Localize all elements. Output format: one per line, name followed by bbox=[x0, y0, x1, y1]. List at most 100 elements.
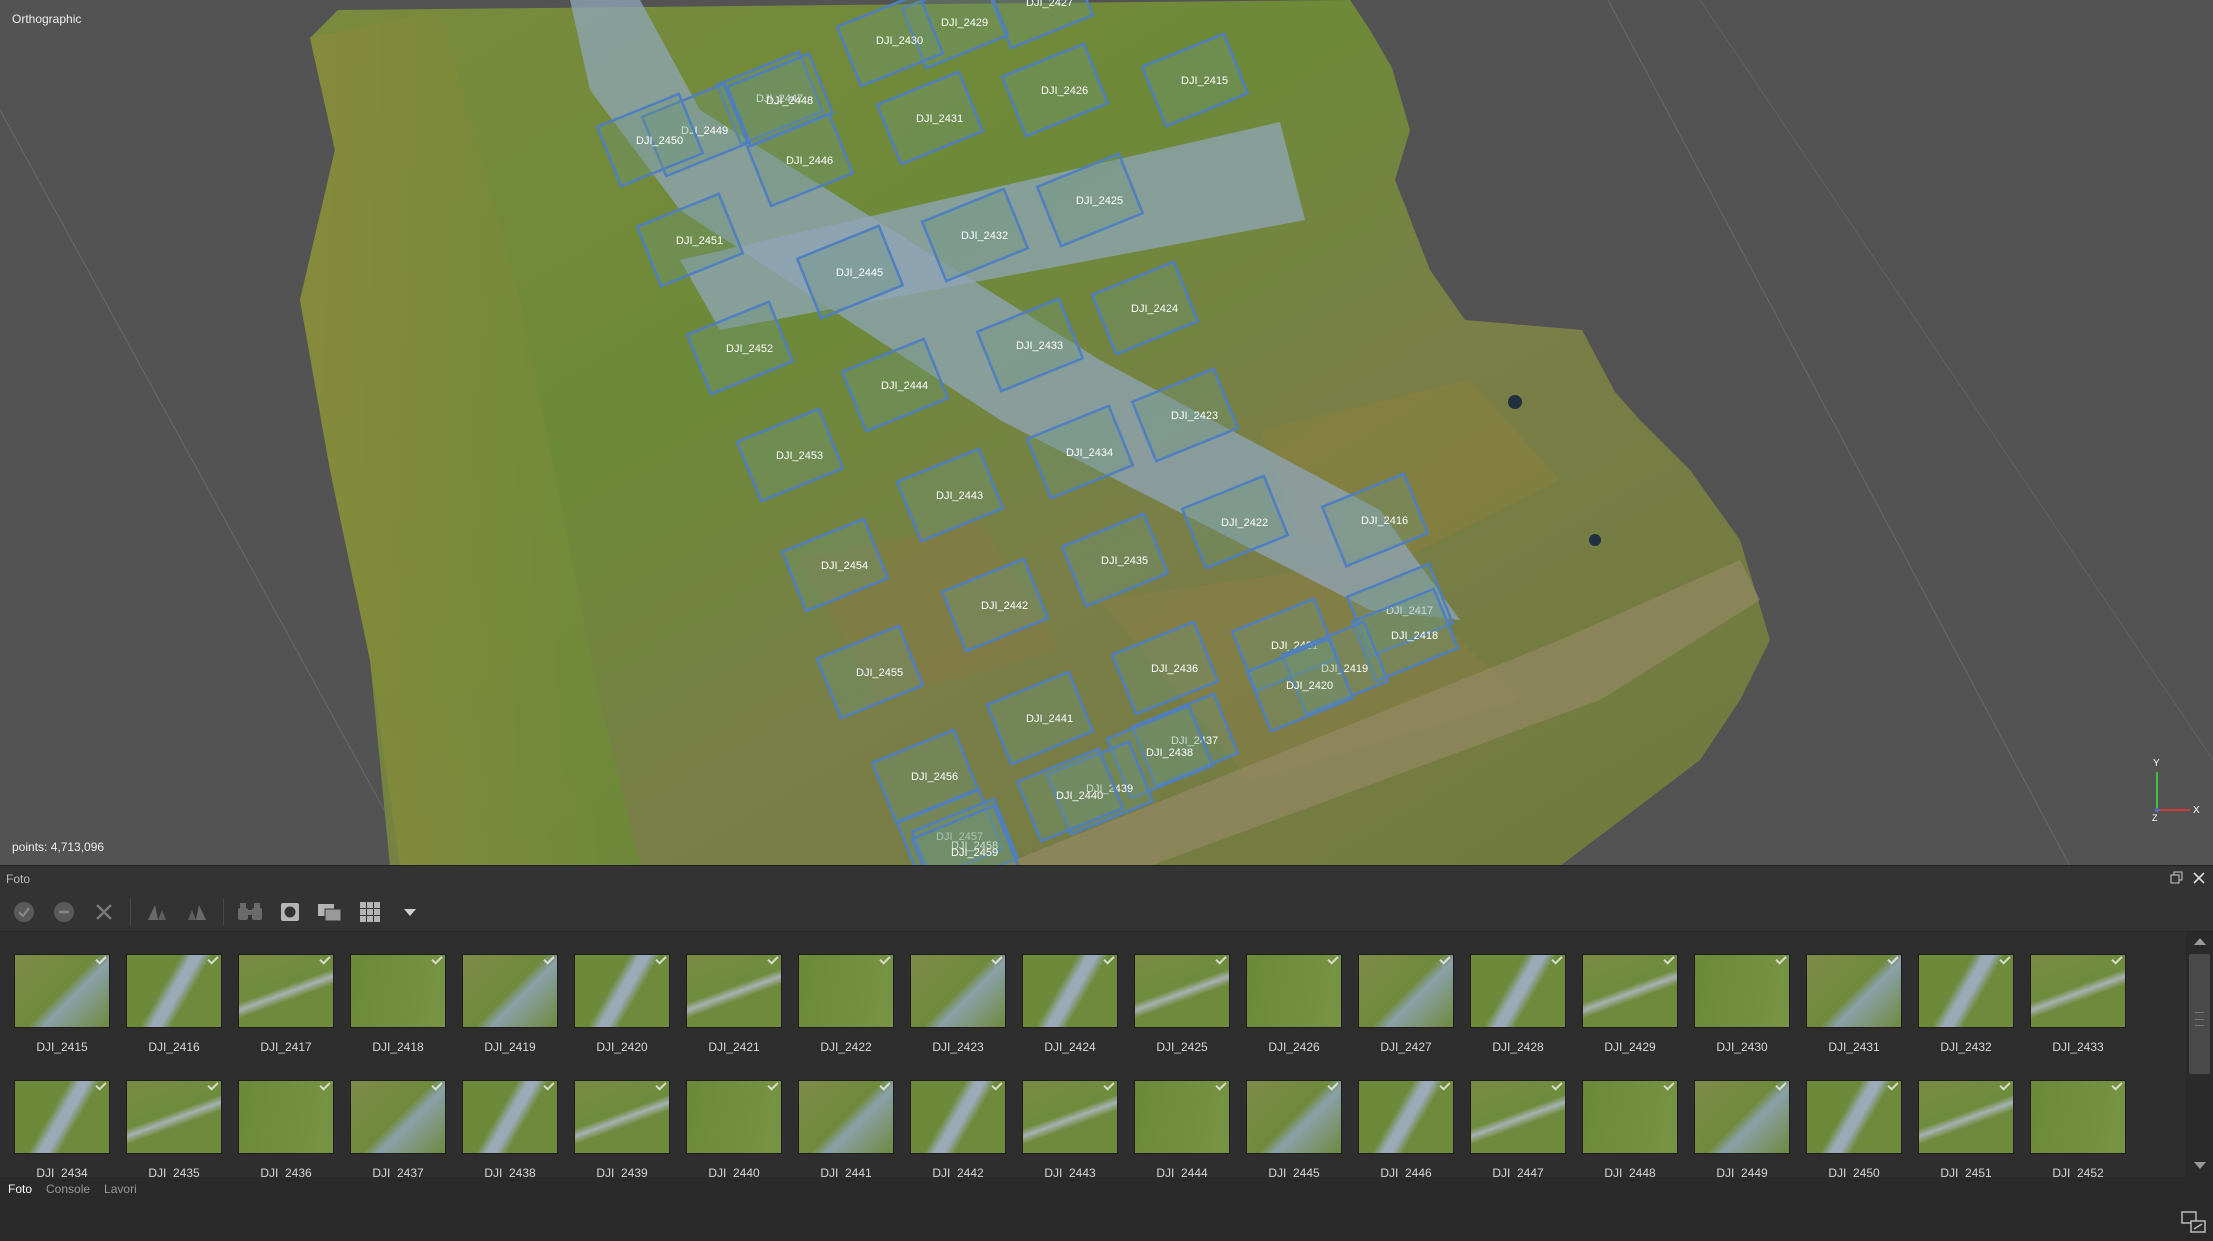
photo-thumbnail[interactable]: DJI_2442 bbox=[910, 1080, 1006, 1177]
photo-thumbnail-image[interactable] bbox=[910, 954, 1006, 1028]
photo-thumbnail[interactable]: DJI_2419 bbox=[462, 954, 558, 1054]
photo-thumbnail[interactable]: DJI_2444 bbox=[1134, 1080, 1230, 1177]
binoculars-icon[interactable] bbox=[234, 896, 266, 928]
overlap-icon[interactable] bbox=[314, 896, 346, 928]
photo-thumbnail[interactable]: DJI_2437 bbox=[350, 1080, 446, 1177]
photo-thumbnail-image[interactable] bbox=[798, 954, 894, 1028]
photo-thumbnail-image[interactable] bbox=[238, 1080, 334, 1154]
scroll-down-arrow-icon[interactable] bbox=[2194, 1162, 2206, 1169]
photo-thumbnail-image[interactable] bbox=[1022, 1080, 1118, 1154]
rotate-right-icon[interactable] bbox=[181, 896, 213, 928]
photo-thumbnail[interactable]: DJI_2440 bbox=[686, 1080, 782, 1177]
photo-thumbnail-image[interactable] bbox=[1470, 1080, 1566, 1154]
photo-thumbnail-image[interactable] bbox=[1582, 1080, 1678, 1154]
photo-thumbnail-image[interactable] bbox=[1694, 954, 1790, 1028]
photo-thumbnail-image[interactable] bbox=[1134, 954, 1230, 1028]
photo-thumbnail[interactable]: DJI_2424 bbox=[1022, 954, 1118, 1054]
close-x-icon[interactable] bbox=[88, 896, 120, 928]
check-icon[interactable] bbox=[8, 896, 40, 928]
photo-thumbnail-image[interactable] bbox=[1694, 1080, 1790, 1154]
aligned-check-icon bbox=[879, 1081, 891, 1091]
photo-thumbnail-image[interactable] bbox=[1022, 954, 1118, 1028]
photo-thumbnail-image[interactable] bbox=[686, 1080, 782, 1154]
orthomosaic-scene[interactable]: DJI_2427DJI_2429DJI_2430DJI_2447DJI_2448… bbox=[0, 0, 2213, 866]
photo-thumbnail-image[interactable] bbox=[1358, 1080, 1454, 1154]
photo-thumbnail-image[interactable] bbox=[14, 954, 110, 1028]
photo-thumbnail[interactable]: DJI_2441 bbox=[798, 1080, 894, 1177]
photo-thumbnail[interactable]: DJI_2423 bbox=[910, 954, 1006, 1054]
photo-thumbnail[interactable]: DJI_2433 bbox=[2030, 954, 2126, 1054]
photo-thumbnail-image[interactable] bbox=[1246, 954, 1342, 1028]
photo-thumbnail[interactable]: DJI_2416 bbox=[126, 954, 222, 1054]
photo-thumbnail-image[interactable] bbox=[462, 954, 558, 1028]
grid-view-icon[interactable] bbox=[354, 896, 386, 928]
tab-console[interactable]: Console bbox=[46, 1182, 90, 1196]
photo-thumbnail-image[interactable] bbox=[126, 1080, 222, 1154]
model-viewport[interactable]: DJI_2427DJI_2429DJI_2430DJI_2447DJI_2448… bbox=[0, 0, 2213, 866]
photo-thumbnail-image[interactable] bbox=[14, 1080, 110, 1154]
photo-thumbnail-image[interactable] bbox=[2030, 1080, 2126, 1154]
tab-lavori[interactable]: Lavori bbox=[104, 1182, 137, 1196]
photo-thumbnail[interactable]: DJI_2450 bbox=[1806, 1080, 1902, 1177]
photo-thumbnail-image[interactable] bbox=[2030, 954, 2126, 1028]
layout-toggle-icon[interactable] bbox=[2181, 1211, 2207, 1235]
photo-thumbnail[interactable]: DJI_2428 bbox=[1470, 954, 1566, 1054]
restore-icon[interactable] bbox=[2169, 871, 2185, 887]
photo-thumbnail-image[interactable] bbox=[462, 1080, 558, 1154]
photo-thumbnail[interactable]: DJI_2436 bbox=[238, 1080, 334, 1177]
photo-thumbnail[interactable]: DJI_2434 bbox=[14, 1080, 110, 1177]
photo-thumbnail-image[interactable] bbox=[1806, 1080, 1902, 1154]
photo-thumbnail-grid[interactable]: DJI_2415 DJI_2416 DJI_2417 DJI_2418 DJI_2419… bbox=[0, 932, 2186, 1177]
vertical-scrollbar[interactable] bbox=[2186, 932, 2213, 1177]
photo-thumbnail-image[interactable] bbox=[238, 954, 334, 1028]
photo-thumbnail[interactable]: DJI_2438 bbox=[462, 1080, 558, 1177]
photo-thumbnail-image[interactable] bbox=[1358, 954, 1454, 1028]
photo-thumbnail-image[interactable] bbox=[574, 954, 670, 1028]
photo-thumbnail[interactable]: DJI_2430 bbox=[1694, 954, 1790, 1054]
photo-thumbnail[interactable]: DJI_2446 bbox=[1358, 1080, 1454, 1177]
photo-thumbnail-image[interactable] bbox=[910, 1080, 1006, 1154]
photo-thumbnail-image[interactable] bbox=[1246, 1080, 1342, 1154]
photo-thumbnail-image[interactable] bbox=[350, 954, 446, 1028]
photo-thumbnail[interactable]: DJI_2426 bbox=[1246, 954, 1342, 1054]
rotate-left-icon[interactable] bbox=[141, 896, 173, 928]
photo-thumbnail[interactable]: DJI_2418 bbox=[350, 954, 446, 1054]
photo-thumbnail[interactable]: DJI_2417 bbox=[238, 954, 334, 1054]
photo-thumbnail[interactable]: DJI_2451 bbox=[1918, 1080, 2014, 1177]
photo-thumbnail-image[interactable] bbox=[686, 954, 782, 1028]
photo-thumbnail[interactable]: DJI_2435 bbox=[126, 1080, 222, 1177]
photo-thumbnail[interactable]: DJI_2448 bbox=[1582, 1080, 1678, 1177]
photo-thumbnail[interactable]: DJI_2429 bbox=[1582, 954, 1678, 1054]
photo-thumbnail[interactable]: DJI_2443 bbox=[1022, 1080, 1118, 1177]
minus-circle-icon[interactable] bbox=[48, 896, 80, 928]
photo-thumbnail-image[interactable] bbox=[798, 1080, 894, 1154]
photo-thumbnail-image[interactable] bbox=[1134, 1080, 1230, 1154]
photo-thumbnail[interactable]: DJI_2427 bbox=[1358, 954, 1454, 1054]
scrollbar-thumb[interactable] bbox=[2189, 954, 2210, 1074]
photo-thumbnail-image[interactable] bbox=[1918, 1080, 2014, 1154]
photo-thumbnail[interactable]: DJI_2425 bbox=[1134, 954, 1230, 1054]
photo-thumbnail-image[interactable] bbox=[1806, 954, 1902, 1028]
photo-thumbnail-image[interactable] bbox=[1582, 954, 1678, 1028]
photo-thumbnail[interactable]: DJI_2445 bbox=[1246, 1080, 1342, 1177]
photo-thumbnail-image[interactable] bbox=[574, 1080, 670, 1154]
photo-thumbnail[interactable]: DJI_2452 bbox=[2030, 1080, 2126, 1177]
photo-thumbnail[interactable]: DJI_2421 bbox=[686, 954, 782, 1054]
photo-thumbnail[interactable]: DJI_2449 bbox=[1694, 1080, 1790, 1177]
photo-thumbnail[interactable]: DJI_2415 bbox=[14, 954, 110, 1054]
scroll-up-arrow-icon[interactable] bbox=[2194, 938, 2206, 945]
photo-thumbnail[interactable]: DJI_2447 bbox=[1470, 1080, 1566, 1177]
tab-foto[interactable]: Foto bbox=[8, 1182, 32, 1196]
photo-thumbnail[interactable]: DJI_2422 bbox=[798, 954, 894, 1054]
dropdown-arrow-icon[interactable] bbox=[394, 896, 426, 928]
close-panel-icon[interactable] bbox=[2191, 871, 2207, 887]
photo-thumbnail[interactable]: DJI_2431 bbox=[1806, 954, 1902, 1054]
photo-thumbnail-image[interactable] bbox=[126, 954, 222, 1028]
photo-thumbnail-image[interactable] bbox=[350, 1080, 446, 1154]
photo-thumbnail[interactable]: DJI_2432 bbox=[1918, 954, 2014, 1054]
photo-thumbnail-image[interactable] bbox=[1470, 954, 1566, 1028]
photo-thumbnail[interactable]: DJI_2420 bbox=[574, 954, 670, 1054]
photo-thumbnail[interactable]: DJI_2439 bbox=[574, 1080, 670, 1177]
photo-thumbnail-image[interactable] bbox=[1918, 954, 2014, 1028]
mask-icon[interactable] bbox=[274, 896, 306, 928]
